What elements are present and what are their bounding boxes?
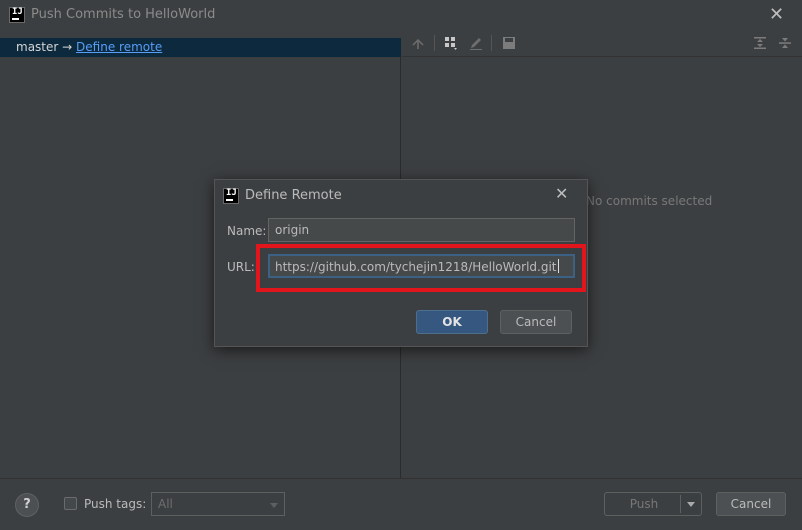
name-label: Name: <box>227 224 267 238</box>
cancel-button[interactable]: Cancel <box>716 492 786 516</box>
branch-name: master <box>16 40 59 54</box>
toolbar-separator <box>434 35 435 51</box>
arrow-right-icon: → <box>62 40 73 54</box>
dialog-close-icon[interactable]: ✕ <box>555 185 568 203</box>
window-title: Push Commits to HelloWorld <box>31 7 216 22</box>
collapse-all-icon[interactable] <box>778 36 792 50</box>
toolbar-separator <box>491 35 492 51</box>
url-highlight-box <box>256 244 586 292</box>
define-remote-dialog: IJ Define Remote ✕ Name: origin URL: htt… <box>214 179 588 347</box>
split-divider <box>680 495 681 513</box>
expand-all-icon[interactable] <box>753 36 767 50</box>
help-icon[interactable]: ? <box>15 493 39 517</box>
tags-combobox-value: All <box>158 497 173 511</box>
branch-row[interactable]: master → Define remote <box>0 38 401 57</box>
tags-combobox[interactable]: All <box>151 492 285 516</box>
push-button[interactable]: Push <box>604 492 702 516</box>
define-remote-link[interactable]: Define remote <box>76 40 162 54</box>
save-icon[interactable] <box>502 36 516 50</box>
dialog-cancel-button[interactable]: Cancel <box>500 310 572 334</box>
title-bar: IJ Push Commits to HelloWorld ✕ <box>0 0 802 30</box>
url-label: URL: <box>227 260 255 274</box>
push-button-label: Push <box>629 497 659 511</box>
name-field[interactable]: origin <box>268 218 575 242</box>
commit-toolbar <box>402 30 802 57</box>
ok-button[interactable]: OK <box>416 310 488 334</box>
push-tags-label: Push tags: <box>84 497 147 511</box>
merge-icon[interactable] <box>411 36 425 50</box>
edit-icon[interactable] <box>469 36 483 50</box>
chevron-down-icon <box>270 503 278 508</box>
push-options-chevron-icon[interactable] <box>687 502 695 507</box>
no-commits-label: No commits selected <box>586 194 713 208</box>
push-tags-checkbox[interactable] <box>64 497 77 510</box>
name-field-value: origin <box>275 223 310 237</box>
intellij-icon: IJ <box>223 188 239 204</box>
dialog-title: Define Remote <box>245 188 342 203</box>
window-close-icon[interactable]: ✕ <box>769 6 784 24</box>
intellij-icon: IJ <box>9 7 25 23</box>
group-icon[interactable] <box>444 36 458 50</box>
bottom-bar: ? Push tags: All Push Cancel <box>0 478 802 530</box>
